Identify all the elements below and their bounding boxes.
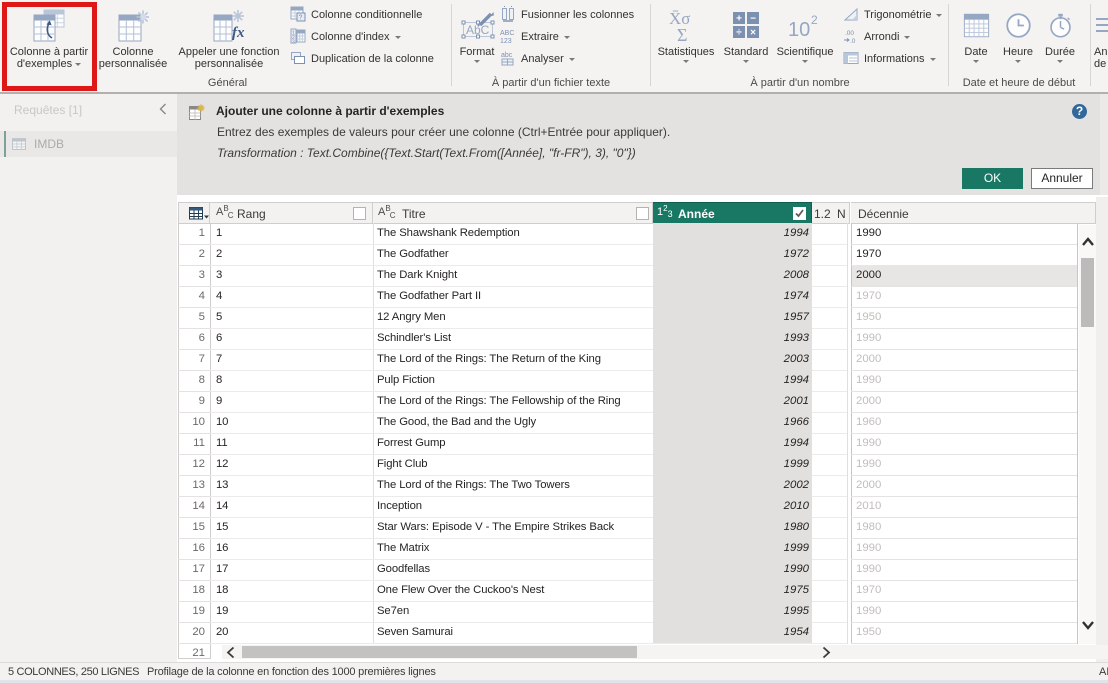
svg-text:Σ: Σ: [677, 25, 687, 44]
svg-text:10: 10: [788, 19, 810, 41]
svg-text:abc: abc: [501, 52, 513, 59]
svg-text:÷: ÷: [736, 28, 742, 39]
svg-text:+: +: [736, 14, 742, 25]
svg-text:?: ?: [299, 14, 303, 21]
svg-text:×: ×: [750, 28, 756, 39]
svg-text:2: 2: [811, 13, 818, 27]
svg-text:123: 123: [500, 38, 512, 44]
svg-text:3: 3: [292, 39, 295, 44]
svg-text:ABC: ABC: [500, 30, 514, 37]
svg-text:.0: .0: [850, 38, 856, 44]
svg-text:−: −: [750, 14, 756, 25]
svg-text:.00: .00: [845, 30, 854, 37]
svg-text:fx: fx: [232, 25, 245, 41]
